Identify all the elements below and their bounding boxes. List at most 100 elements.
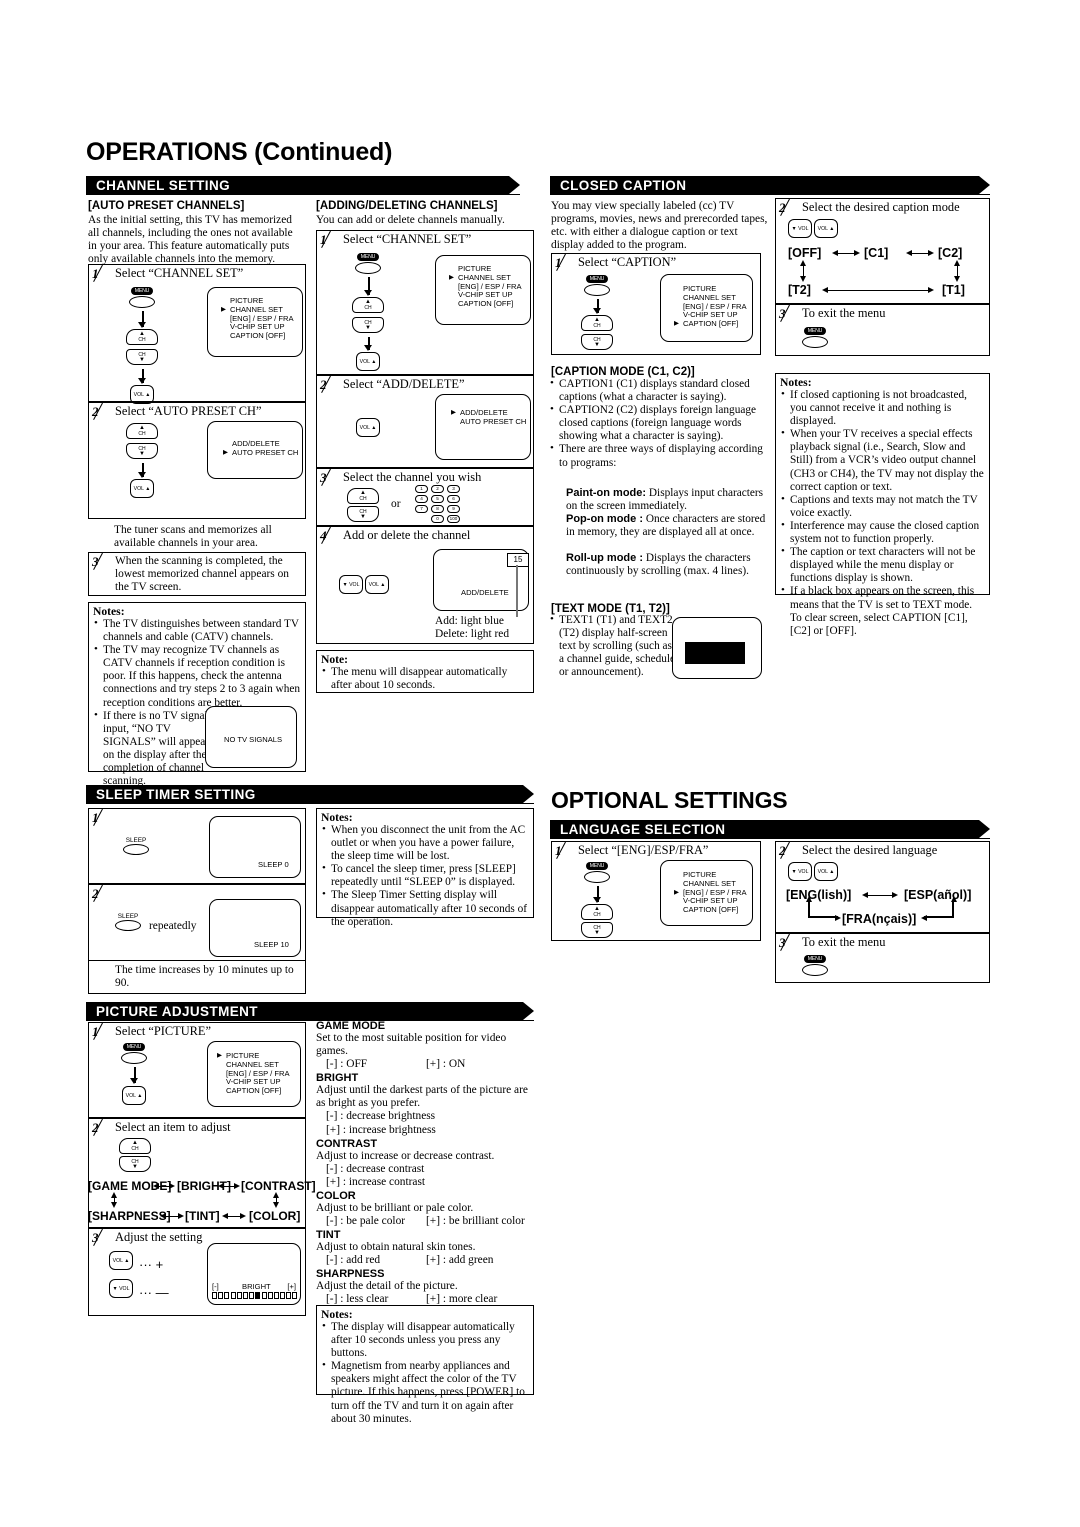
menu-item[interactable]: CAPTION [OFF] xyxy=(683,905,747,915)
note-item: Captions and texts may not match the TV … xyxy=(780,493,985,520)
step-number: 2 xyxy=(779,841,801,860)
menu-button-icon[interactable]: MENU xyxy=(121,1043,147,1065)
menu-item[interactable]: CAPTION [OFF] xyxy=(226,1086,290,1096)
sleep-button-icon[interactable]: SLEEP xyxy=(119,837,153,855)
channel-up-button-icon[interactable]: ▲ CH xyxy=(352,297,384,313)
tv-screen-text-mode xyxy=(672,617,762,679)
volume-up-button-icon[interactable]: VOL ▲ xyxy=(814,219,838,238)
menu-item-selected[interactable]: [ENG] / ESP / FRA xyxy=(674,888,747,898)
keypad-key-5[interactable]: 5 xyxy=(431,495,444,503)
add-delete-intro: You can add or delete channels manually. xyxy=(316,214,505,226)
note-item: CAPTION1 (C1) displays standard closed c… xyxy=(549,377,771,404)
numeric-keypad[interactable]: 1 2 3 4 5 6 7 8 9 0 100 xyxy=(415,485,475,523)
auto-preset-step-1: 1 Select “CHANNEL SET” MENU ▲ CH CH ▼ VOL … xyxy=(88,264,306,404)
volume-up-button-icon[interactable]: VOL ▲ xyxy=(130,479,154,498)
page-title: OPERATIONS (Continued) xyxy=(86,138,393,166)
channel-down-button-icon[interactable]: CH ▼ xyxy=(119,1156,151,1172)
volume-up-button-icon[interactable]: VOL ▲ xyxy=(356,352,380,371)
step-label: To exit the menu xyxy=(802,306,886,320)
no-signal-text: NO TV SIGNALS xyxy=(224,735,283,744)
menu-button-icon[interactable]: MENU xyxy=(802,955,828,977)
sleep-button-oval xyxy=(115,920,141,931)
step-number: 2 xyxy=(92,884,114,903)
menu-item-selected[interactable]: AUTO PRESET CH xyxy=(223,448,298,458)
channel-up-button-icon[interactable]: ▲ CH xyxy=(119,1138,151,1154)
menu-item-selected[interactable]: CHANNEL SET xyxy=(449,273,522,283)
volume-up-button-icon[interactable]: VOL ▲ xyxy=(122,1086,146,1105)
volume-up-button-icon[interactable]: VOL ▲ xyxy=(365,575,389,594)
keypad-key-4[interactable]: 4 xyxy=(415,495,428,503)
auto-preset-heading: [AUTO PRESET CHANNELS] xyxy=(88,200,245,212)
menu-item[interactable]: AUTO PRESET CH xyxy=(460,417,526,427)
tv-screen-menu: PICTURE CHANNEL SET [ENG] / ESP / FRA V-… xyxy=(660,274,753,342)
channel-up-button-icon[interactable]: ▲ CH xyxy=(126,423,158,439)
menu-button-icon[interactable]: MENU xyxy=(584,862,610,884)
notes-heading: Notes: xyxy=(780,376,812,389)
step-number: 2 xyxy=(320,375,342,394)
menu-button-icon[interactable]: MENU xyxy=(802,327,828,349)
desc-term: GAME MODE xyxy=(316,1020,386,1032)
tv-screen-sleep-10: SLEEP 10 xyxy=(209,899,301,957)
menu-button-icon[interactable]: MENU xyxy=(355,253,381,275)
manual-page: OPERATIONS (Continued) CHANNEL SETTING [… xyxy=(0,0,1080,1527)
menu-button-icon[interactable]: MENU xyxy=(129,287,155,309)
keypad-key-9[interactable]: 9 xyxy=(447,505,460,513)
channel-down-button-icon[interactable]: CH ▼ xyxy=(126,349,158,365)
channel-down-button-icon[interactable]: CH ▼ xyxy=(126,443,158,459)
volume-up-button-icon[interactable]: VOL ▲ xyxy=(814,862,838,881)
section-header-sleep-timer: SLEEP TIMER SETTING xyxy=(86,785,534,804)
notes-heading: Notes: xyxy=(93,605,125,618)
step-number: 1 xyxy=(92,1022,114,1041)
keypad-key-6[interactable]: 6 xyxy=(447,495,460,503)
keypad-key-0[interactable]: 0 xyxy=(431,515,444,523)
menu-item-selected[interactable]: CHANNEL SET xyxy=(221,305,294,315)
keypad-key-100[interactable]: 100 xyxy=(447,515,460,523)
keypad-key-7[interactable]: 7 xyxy=(415,505,428,513)
step-label: To exit the menu xyxy=(802,935,886,949)
volume-down-button-icon[interactable]: ▼ VOL xyxy=(788,219,812,238)
menu-item-selected[interactable]: ADD/DELETE xyxy=(451,408,526,418)
channel-down-button-icon[interactable]: CH ▼ xyxy=(347,506,379,522)
keypad-key-3[interactable]: 3 xyxy=(447,485,460,493)
legend-delete: Delete: light red xyxy=(435,628,510,640)
volume-down-button-icon[interactable]: ▼ VOL xyxy=(339,575,363,594)
channel-up-button-icon[interactable]: ▲ CH xyxy=(126,329,158,345)
keypad-key-8[interactable]: 8 xyxy=(431,505,444,513)
add-delete-step-2: 2 Select “ADD/DELETE” VOL ▲ ADD/DELETE A… xyxy=(316,375,534,468)
desc-minus: [-] : decrease contrast xyxy=(326,1162,425,1175)
menu-item[interactable]: CAPTION [OFF] xyxy=(230,331,294,341)
step-number: 3 xyxy=(779,304,801,323)
double-arrow-icon xyxy=(160,1213,184,1220)
menu-button-icon[interactable]: MENU xyxy=(584,275,610,297)
channel-up-button-icon[interactable]: ▲ CH xyxy=(581,904,613,920)
down-arrow-icon xyxy=(364,277,373,296)
step-label: Select “CHANNEL SET” xyxy=(115,266,244,280)
channel-down-button-icon[interactable]: CH ▼ xyxy=(581,334,613,350)
channel-down-button-icon[interactable]: CH ▼ xyxy=(581,922,613,938)
keypad-key-1[interactable]: 1 xyxy=(415,485,428,493)
desc-term: BRIGHT xyxy=(316,1072,359,1085)
double-arrow-icon xyxy=(832,250,860,257)
sleep-button-icon[interactable]: SLEEP xyxy=(111,913,145,931)
volume-up-button-icon[interactable]: VOL ▲ xyxy=(109,1251,133,1270)
volume-down-button-icon[interactable]: ▼ VOL xyxy=(788,862,812,881)
menu-item[interactable]: CAPTION [OFF] xyxy=(458,299,522,309)
down-arrow-icon xyxy=(130,1067,139,1084)
channel-up-button-icon[interactable]: ▲ CH xyxy=(581,315,613,331)
desc-text: Adjust until the darkest parts of the pi… xyxy=(316,1084,528,1110)
tv-screen-menu: PICTURE CHANNEL SET [ENG] / ESP / FRA V-… xyxy=(435,255,531,325)
channel-up-button-icon[interactable]: ▲ CH xyxy=(347,488,379,504)
adjust-bar[interactable] xyxy=(212,1292,298,1299)
menu-item-selected[interactable]: PICTURE xyxy=(217,1051,290,1061)
menu-button-cap-label: MENU xyxy=(586,275,608,283)
volume-up-button-icon[interactable]: VOL ▲ xyxy=(356,418,380,437)
header-arrow-icon xyxy=(523,785,534,803)
desc-term: SHARPNESS xyxy=(316,1268,385,1281)
channel-down-button-icon[interactable]: CH ▼ xyxy=(352,317,384,333)
keypad-key-2[interactable]: 2 xyxy=(431,485,444,493)
menu-item-selected[interactable]: CAPTION [OFF] xyxy=(674,319,747,329)
desc-text: Adjust to increase or decrease contrast. xyxy=(316,1149,495,1162)
menu-list: PICTURE CHANNEL SET [ENG] / ESP / FRA V-… xyxy=(217,1051,290,1096)
volume-down-button-icon[interactable]: ▼ VOL xyxy=(109,1279,133,1298)
note-heading: Note: xyxy=(321,653,349,666)
